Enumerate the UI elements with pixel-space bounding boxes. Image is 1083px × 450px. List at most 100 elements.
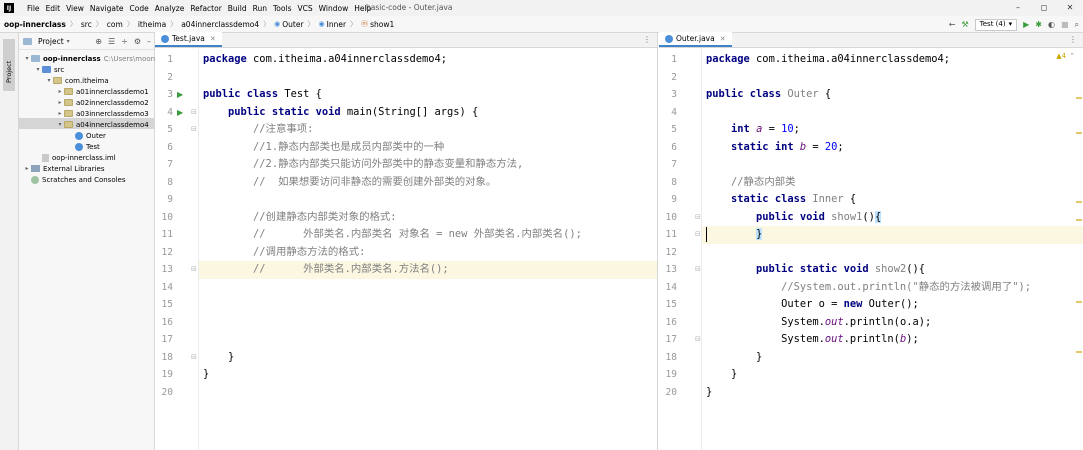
code-line[interactable]: } — [706, 349, 1083, 367]
run-configuration-select[interactable]: Test (4) ▾ — [974, 18, 1018, 31]
code-line[interactable] — [706, 104, 1083, 122]
code-line[interactable]: static class Inner { — [706, 191, 1083, 209]
code-line[interactable]: //创建静态内部类对象的格式: — [203, 209, 657, 227]
code-line[interactable]: public void show1(){ — [706, 209, 1083, 227]
code-line[interactable]: int a = 10; — [706, 121, 1083, 139]
menu-tools[interactable]: Tools — [270, 4, 294, 13]
hide-icon[interactable]: – — [147, 37, 151, 46]
code-line[interactable]: public static void main(String[] args) { — [203, 104, 657, 122]
code-area[interactable]: package com.itheima.a04innerclassdemo4; p… — [702, 49, 1083, 450]
chevron-down-icon[interactable]: ▾ — [23, 55, 31, 62]
code-line[interactable]: //调用静态方法的格式: — [203, 244, 657, 262]
menu-file[interactable]: File — [24, 4, 43, 13]
breadcrumb-item[interactable]: ◉ Outer — [274, 20, 303, 29]
maximize-button[interactable]: ◻ — [1031, 0, 1057, 16]
fold-icon[interactable]: ⊟ — [191, 121, 197, 139]
code-line[interactable]: } — [706, 366, 1083, 384]
coverage-icon[interactable]: ◐ — [1048, 20, 1055, 29]
tab-menu-icon[interactable]: ⋮ — [1069, 35, 1077, 44]
code-line[interactable]: package com.itheima.a04innerclassdemo4; — [706, 51, 1083, 69]
chevron-down-icon[interactable]: ▾ — [45, 77, 53, 84]
tree-item[interactable]: Outer — [67, 130, 106, 141]
project-panel-title[interactable]: Project — [38, 37, 64, 46]
expand-icon[interactable]: ÷ — [121, 37, 128, 46]
run-icon[interactable]: ▶ — [1023, 20, 1029, 29]
code-line[interactable]: //1.静态内部类也是成员内部类中的一种 — [203, 139, 657, 157]
breadcrumb-item[interactable]: a04innerclassdemo4 — [181, 20, 259, 29]
line-gutter[interactable]: 1 2 3 4 5 6 7 8 9 10 11 12 13 14 15 16 17 18 19 20 ⊟ ⊟ ⊟ ⊟ — [659, 49, 702, 450]
code-area[interactable]: package com.itheima.a04innerclassdemo4; p… — [199, 49, 657, 450]
collapse-icon[interactable]: ☰ — [108, 37, 115, 46]
gear-icon[interactable]: ⚙ — [134, 37, 141, 46]
chevron-right-icon[interactable]: ▸ — [56, 110, 64, 117]
chevron-down-icon[interactable]: ▾ — [56, 121, 64, 128]
menu-refactor[interactable]: Refactor — [187, 4, 224, 13]
code-line[interactable]: // 外部类名.内部类名.方法名(); — [203, 261, 657, 279]
menu-analyze[interactable]: Analyze — [152, 4, 188, 13]
code-line[interactable] — [203, 314, 657, 332]
breadcrumb-item[interactable]: ⓜ show1 — [361, 19, 394, 29]
run-gutter-icon[interactable]: ▶ — [177, 104, 183, 122]
tree-item[interactable]: ▸ a03innerclassdemo3 — [56, 108, 148, 119]
tab-test-java[interactable]: Test.java ✕ — [155, 32, 222, 47]
code-line[interactable]: // 如果想要访问非静态的需要创建外部类的对象。 — [203, 174, 657, 192]
minimize-button[interactable]: – — [1005, 0, 1031, 16]
fold-icon[interactable]: ⊟ — [191, 349, 197, 367]
code-line[interactable]: } — [706, 226, 1083, 244]
breadcrumb-item[interactable]: com — [107, 20, 123, 29]
fold-icon[interactable]: ⊟ — [695, 261, 701, 279]
stop-icon[interactable]: ■ — [1061, 20, 1069, 29]
breadcrumb-item[interactable]: itheima — [138, 20, 166, 29]
chevron-down-icon[interactable]: ▾ — [34, 66, 42, 73]
code-line[interactable] — [706, 156, 1083, 174]
fold-icon[interactable]: ⊟ — [191, 261, 197, 279]
code-line[interactable] — [203, 384, 657, 402]
code-line[interactable]: static int b = 20; — [706, 139, 1083, 157]
menu-build[interactable]: Build — [225, 4, 250, 13]
tree-item[interactable]: oop-innerclass.iml — [34, 152, 116, 163]
tree-item[interactable]: ▸ a01innerclassdemo1 — [56, 86, 148, 97]
breadcrumb-item[interactable]: src — [81, 20, 92, 29]
tree-item[interactable]: Test — [67, 141, 100, 152]
code-line[interactable]: package com.itheima.a04innerclassdemo4; — [203, 51, 657, 69]
code-line[interactable]: //静态内部类 — [706, 174, 1083, 192]
menu-window[interactable]: Window — [316, 4, 352, 13]
chevron-right-icon[interactable]: ▸ — [23, 165, 31, 172]
menu-vcs[interactable]: VCS — [294, 4, 315, 13]
tree-item[interactable]: ▾ a04innerclassdemo4 — [56, 119, 148, 130]
code-line[interactable] — [203, 331, 657, 349]
tree-item[interactable]: ▸ a02innerclassdemo2 — [56, 97, 148, 108]
chevron-right-icon[interactable]: ▸ — [56, 88, 64, 95]
code-line[interactable]: } — [706, 384, 1083, 402]
menu-view[interactable]: View — [63, 4, 87, 13]
code-line[interactable] — [706, 244, 1083, 262]
locate-icon[interactable]: ⊕ — [95, 37, 102, 46]
code-line[interactable] — [203, 296, 657, 314]
close-window-button[interactable]: ✕ — [1057, 0, 1083, 16]
close-icon[interactable]: ✕ — [210, 35, 216, 43]
code-line[interactable]: Outer o = new Outer(); — [706, 296, 1083, 314]
code-line[interactable]: public class Test { — [203, 86, 657, 104]
tree-item[interactable]: ▾ oop-innerclass C:\Users\moon\Id — [23, 53, 164, 64]
code-line[interactable]: public class Outer { — [706, 86, 1083, 104]
project-tool-button[interactable]: Project — [3, 39, 15, 91]
code-line[interactable]: } — [203, 366, 657, 384]
code-line[interactable] — [706, 69, 1083, 87]
code-line[interactable] — [203, 279, 657, 297]
menu-edit[interactable]: Edit — [43, 4, 64, 13]
tab-outer-java[interactable]: Outer.java ✕ — [659, 32, 732, 47]
run-gutter-icon[interactable]: ▶ — [177, 86, 183, 104]
menu-code[interactable]: Code — [127, 4, 152, 13]
fold-icon[interactable]: ⊟ — [695, 209, 701, 227]
fold-icon[interactable]: ⊟ — [695, 226, 701, 244]
code-line[interactable]: //注意事项: — [203, 121, 657, 139]
fold-icon[interactable]: ⊟ — [695, 331, 701, 349]
tree-item[interactable]: ▾ com.itheima — [45, 75, 108, 86]
code-line[interactable]: //System.out.println("静态的方法被调用了"); — [706, 279, 1083, 297]
breadcrumb-item[interactable]: oop-innerclass — [4, 20, 66, 29]
code-line[interactable] — [203, 69, 657, 87]
tree-item[interactable]: ▾ src — [34, 64, 64, 75]
tree-item[interactable]: Scratches and Consoles — [23, 174, 126, 185]
fold-icon[interactable]: ⊟ — [191, 104, 197, 122]
back-arrow-icon[interactable]: ← — [949, 20, 956, 29]
